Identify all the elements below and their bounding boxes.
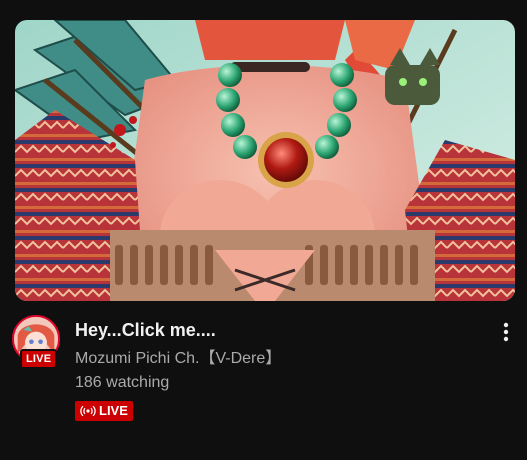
video-metadata: Hey...Click me.... Mozumi Pichi Ch.【V-De… — [75, 318, 475, 422]
channel-name[interactable]: Mozumi Pichi Ch.【V-Dere】 — [75, 348, 475, 370]
channel-avatar[interactable]: LIVE — [12, 315, 62, 369]
more-vert-icon — [503, 322, 509, 342]
video-thumbnail[interactable] — [15, 20, 515, 301]
live-badge-label: LIVE — [99, 403, 128, 418]
viewer-count: 186 watching — [75, 374, 170, 391]
video-title[interactable]: Hey...Click me.... — [75, 318, 475, 342]
avatar-live-badge: LIVE — [20, 349, 58, 369]
live-broadcast-icon — [80, 405, 96, 417]
live-badge: LIVE — [75, 401, 133, 421]
thumbnail-artwork — [15, 20, 515, 301]
more-options-button[interactable] — [494, 320, 518, 344]
